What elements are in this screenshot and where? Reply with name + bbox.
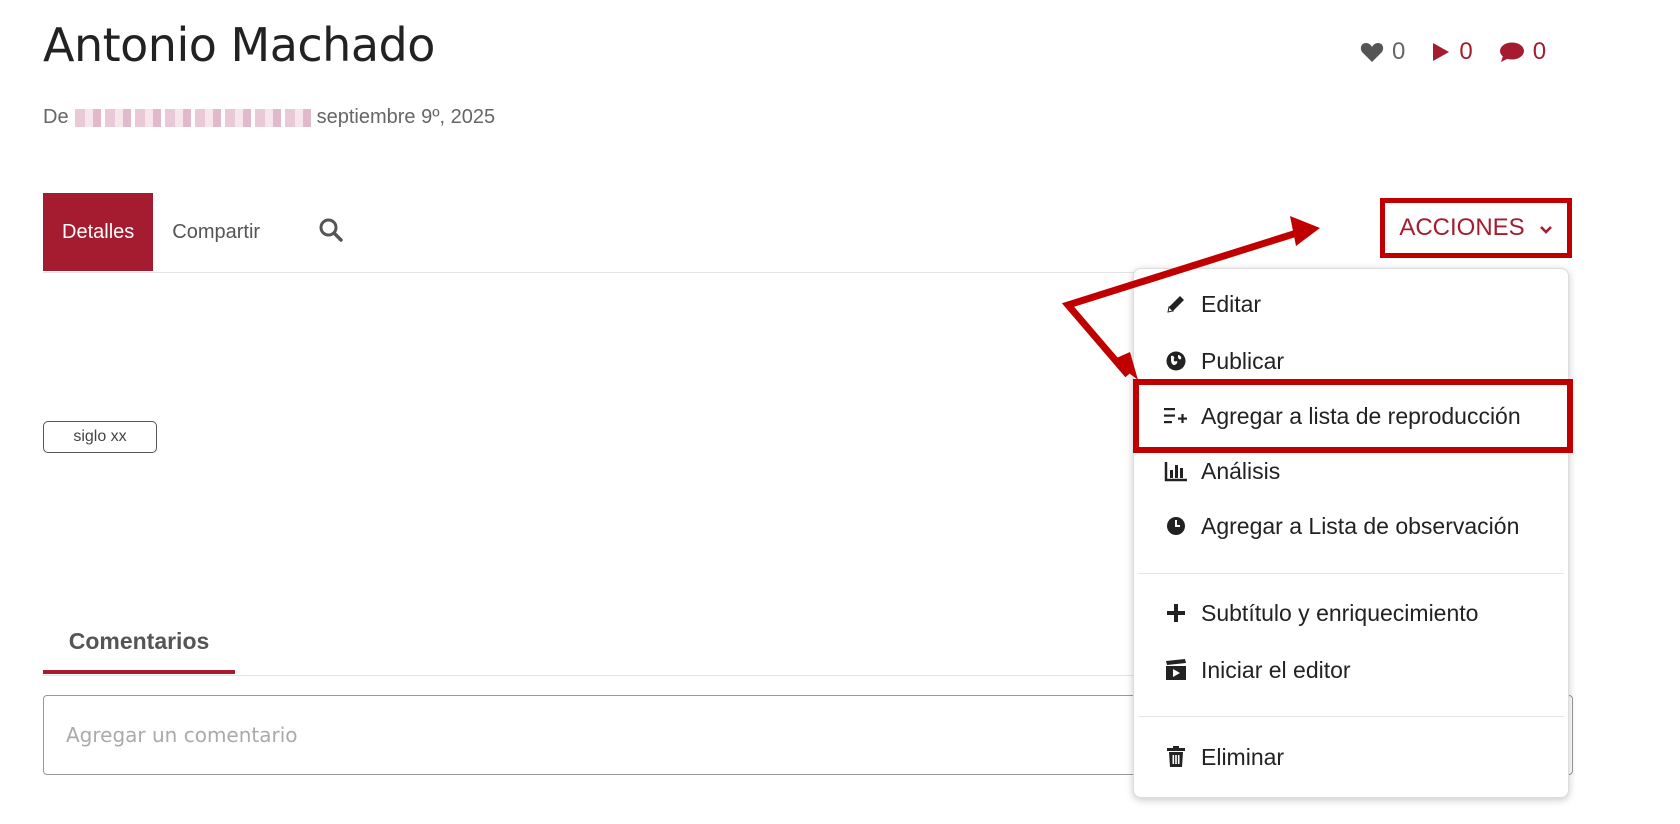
chevron-down-icon bbox=[1539, 214, 1553, 242]
comments-stat[interactable]: 0 bbox=[1499, 38, 1546, 66]
byline: De septiembre 9º, 2025 bbox=[43, 106, 495, 129]
plays-count: 0 bbox=[1459, 38, 1473, 65]
menu-item-iniciar-editor[interactable]: Iniciar el editor bbox=[1134, 644, 1568, 696]
menu-item-lista-observacion[interactable]: Agregar a Lista de observación bbox=[1134, 500, 1568, 552]
actions-dropdown-menu: Editar Publicar Agregar a lista de repro… bbox=[1133, 268, 1569, 798]
bar-chart-icon bbox=[1163, 458, 1189, 484]
speech-bubble-icon bbox=[1499, 41, 1525, 63]
tab-detalles[interactable]: Detalles bbox=[43, 193, 154, 271]
media-tabs: Detalles Compartir bbox=[43, 193, 344, 271]
publish-date: septiembre 9º, 2025 bbox=[316, 106, 496, 128]
actions-label: ACCIONES bbox=[1399, 214, 1525, 241]
clapperboard-icon bbox=[1163, 657, 1189, 683]
play-icon bbox=[1431, 41, 1451, 63]
menu-item-label: Iniciar el editor bbox=[1201, 656, 1351, 683]
plus-icon bbox=[1163, 600, 1189, 626]
menu-item-eliminar[interactable]: Eliminar bbox=[1134, 731, 1568, 783]
pencil-icon bbox=[1163, 291, 1189, 317]
tab-compartir[interactable]: Compartir bbox=[153, 193, 279, 271]
menu-divider bbox=[1138, 716, 1564, 717]
likes-count: 0 bbox=[1392, 38, 1406, 65]
menu-divider bbox=[1138, 573, 1564, 574]
clock-icon bbox=[1163, 513, 1189, 539]
heart-icon bbox=[1360, 41, 1384, 63]
menu-item-label: Eliminar bbox=[1201, 743, 1285, 770]
actions-dropdown-button[interactable]: ACCIONES bbox=[1380, 198, 1572, 258]
search-button[interactable] bbox=[318, 217, 344, 248]
menu-item-editar[interactable]: Editar bbox=[1134, 278, 1568, 330]
plays-stat: 0 bbox=[1431, 38, 1473, 66]
comments-count: 0 bbox=[1532, 38, 1547, 65]
annotation-highlight-box bbox=[1133, 379, 1573, 453]
page-title: Antonio Machado bbox=[43, 18, 435, 72]
menu-item-label: Editar bbox=[1201, 290, 1262, 317]
menu-item-subtitulo[interactable]: Subtítulo y enriquecimiento bbox=[1134, 587, 1568, 639]
menu-item-label: Publicar bbox=[1201, 347, 1285, 374]
likes-stat[interactable]: 0 bbox=[1360, 38, 1405, 66]
search-icon bbox=[318, 217, 344, 248]
author-name-redacted[interactable] bbox=[74, 108, 311, 127]
byline-prefix: De bbox=[43, 106, 69, 128]
menu-item-label: Subtítulo y enriquecimiento bbox=[1201, 599, 1479, 626]
tag-chip[interactable]: siglo xx bbox=[43, 421, 157, 453]
trash-icon bbox=[1163, 744, 1189, 770]
globe-icon bbox=[1163, 348, 1189, 374]
tab-comentarios[interactable]: Comentarios bbox=[43, 612, 235, 674]
menu-item-label: Análisis bbox=[1201, 457, 1281, 484]
menu-item-label: Agregar a Lista de observación bbox=[1201, 512, 1520, 539]
media-stats: 0 0 0 bbox=[1360, 38, 1546, 66]
